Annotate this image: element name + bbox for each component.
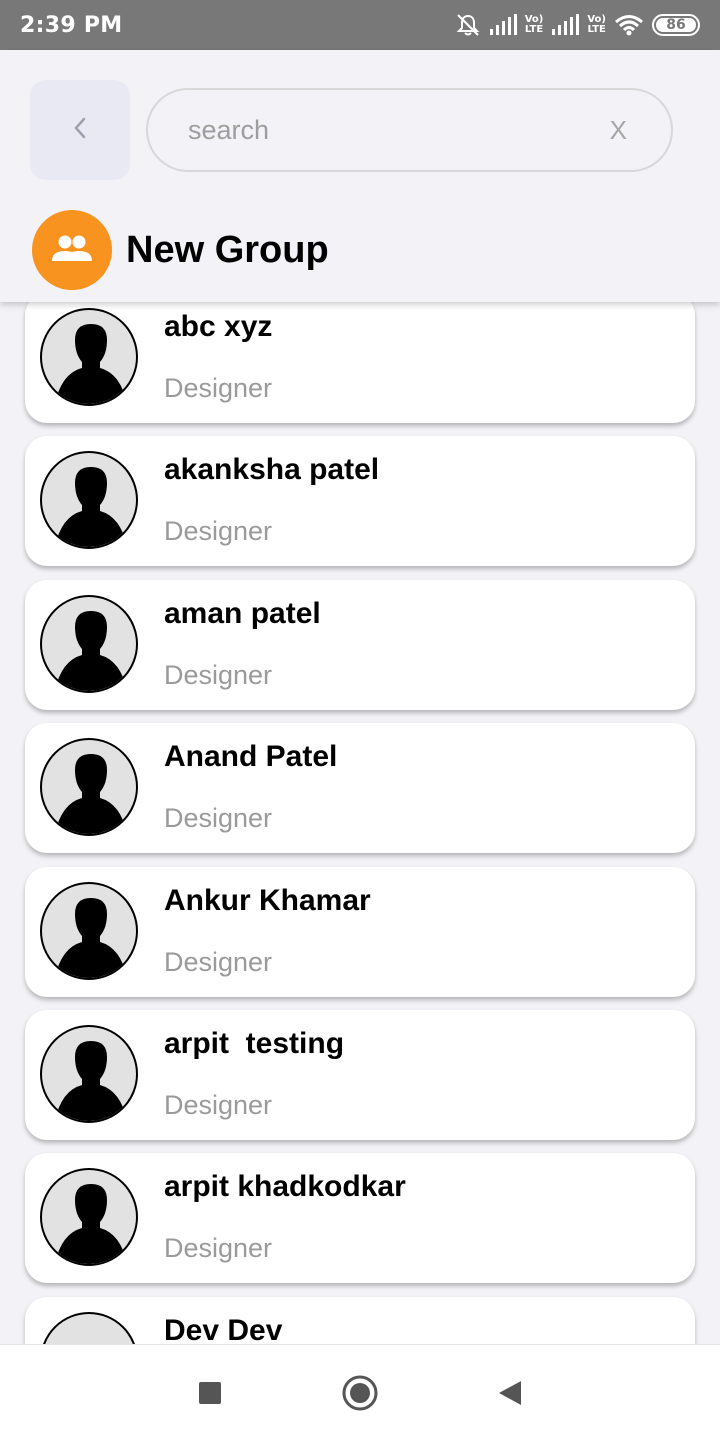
- lte-indicator: Vo) LTE: [525, 15, 544, 35]
- back-button[interactable]: [30, 80, 130, 180]
- person-silhouette-icon: [54, 611, 128, 691]
- person-silhouette-icon: [54, 754, 128, 834]
- contact-name: Dev Dev: [164, 1314, 283, 1344]
- person-silhouette-icon: [54, 1041, 128, 1121]
- contact-role: Designer: [164, 516, 273, 546]
- contact-role: Designer: [164, 660, 273, 690]
- new-group-label: New Group: [126, 228, 329, 271]
- avatar: [40, 1025, 138, 1123]
- contact-card[interactable]: arpit khadkodkar Designer: [25, 1153, 695, 1283]
- contact-card[interactable]: Ankur Khamar Designer: [25, 867, 695, 997]
- search-input[interactable]: [188, 114, 610, 146]
- contact-role: Designer: [164, 1233, 273, 1263]
- contact-role: Designer: [164, 947, 273, 977]
- signal-icon: [551, 14, 580, 36]
- chevron-left-icon: [70, 114, 90, 147]
- contact-name: Ankur Khamar: [164, 884, 371, 917]
- contact-list: abc xyz Designer akanksha patel Designer…: [0, 302, 720, 1344]
- contact-card[interactable]: abc xyz Designer: [25, 302, 695, 423]
- contact-name: Anand Patel: [164, 740, 338, 773]
- contact-name: arpit testing: [164, 1027, 345, 1060]
- person-silhouette-icon: [54, 467, 128, 547]
- contact-name: arpit khadkodkar: [164, 1170, 406, 1203]
- signal-icon: [489, 14, 517, 36]
- mute-icon: [455, 13, 481, 37]
- contact-role: Designer: [164, 1090, 273, 1120]
- group-icon: [32, 210, 112, 290]
- clear-search-button[interactable]: X: [610, 115, 631, 146]
- battery-icon: 86: [652, 14, 700, 36]
- contact-card[interactable]: Anand Patel Designer: [25, 723, 695, 853]
- contact-name: abc xyz: [164, 310, 273, 343]
- search-box: X: [146, 88, 673, 172]
- contact-role: Designer: [164, 373, 273, 403]
- contact-role: Designer: [164, 803, 273, 833]
- status-icons: Vo) LTE Vo) LTE 86: [455, 13, 700, 37]
- avatar: [40, 738, 138, 836]
- battery-level: 86: [666, 17, 686, 33]
- avatar: [40, 451, 138, 549]
- lte-bottom: LTE: [587, 24, 606, 35]
- wifi-icon: [614, 14, 644, 36]
- person-silhouette-icon: [54, 324, 128, 404]
- home-circle-icon[interactable]: [335, 1368, 385, 1418]
- contact-card[interactable]: aman patel Designer: [25, 580, 695, 710]
- avatar: [40, 1168, 138, 1266]
- avatar: [40, 882, 138, 980]
- back-triangle-icon[interactable]: [485, 1368, 535, 1418]
- lte-bottom: LTE: [524, 24, 544, 35]
- contact-card[interactable]: arpit testing Designer: [25, 1010, 695, 1140]
- person-silhouette-icon: [54, 1184, 128, 1264]
- person-silhouette-icon: [54, 898, 128, 978]
- recents-square-icon[interactable]: [185, 1368, 235, 1418]
- header: X New Group: [0, 50, 720, 302]
- avatar: [40, 308, 138, 406]
- status-bar: 2:39 PM Vo) LTE Vo) LTE 86: [0, 0, 720, 50]
- status-time: 2:39 PM: [20, 12, 123, 38]
- avatar: [40, 1312, 138, 1344]
- contact-card[interactable]: Dev Dev: [25, 1297, 695, 1344]
- contact-name: akanksha patel: [164, 453, 380, 486]
- lte-indicator: Vo) LTE: [587, 15, 606, 35]
- avatar: [40, 595, 138, 693]
- contact-name: aman patel: [164, 597, 321, 630]
- system-nav-bar: [0, 1344, 720, 1440]
- contact-card[interactable]: akanksha patel Designer: [25, 436, 695, 566]
- new-group-row[interactable]: New Group: [32, 210, 329, 290]
